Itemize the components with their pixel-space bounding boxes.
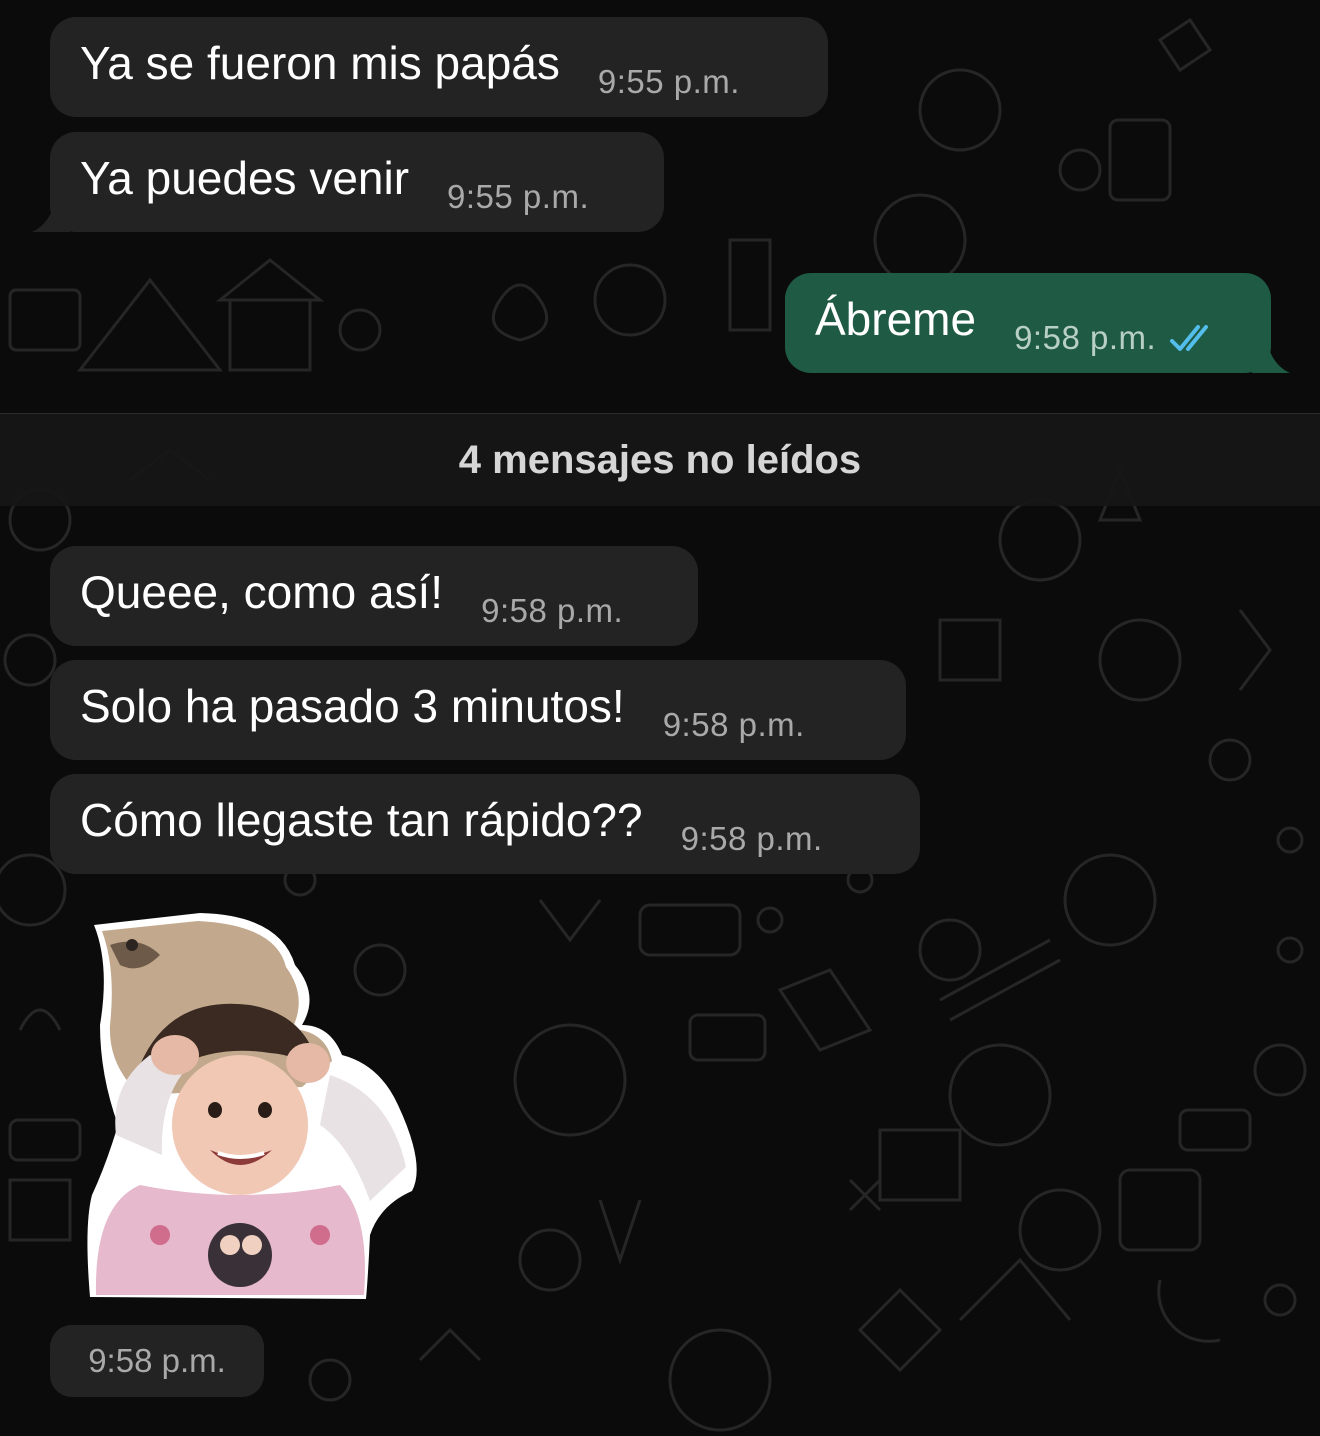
incoming-message[interactable]: Solo ha pasado 3 minutos! 9:58 p.m. [50, 660, 906, 760]
message-time: 9:58 p.m. [662, 706, 805, 743]
unread-messages-divider: 4 mensajes no leídos [0, 413, 1320, 506]
incoming-message[interactable]: Cómo llegaste tan rápido?? 9:58 p.m. [50, 774, 920, 874]
message-time: 9:58 p.m. [481, 592, 624, 629]
message-text: Ábreme [815, 293, 977, 345]
outgoing-message[interactable]: Ábreme 9:58 p.m. [785, 273, 1271, 373]
message-text: Cómo llegaste tan rápido?? [80, 794, 643, 846]
message-text: Solo ha pasado 3 minutos! [80, 680, 625, 732]
chat-area[interactable]: Ya se fueron mis papás 9:55 p.m. Ya pued… [0, 0, 1320, 1436]
incoming-message[interactable]: Queee, como así! 9:58 p.m. [50, 546, 698, 646]
message-time: 9:55 p.m. [447, 178, 590, 215]
message-time: 9:55 p.m. [597, 63, 740, 100]
message-time: 9:58 p.m. [88, 1342, 226, 1379]
message-text: Queee, como así! [80, 566, 444, 618]
incoming-message[interactable]: Ya se fueron mis papás 9:55 p.m. [50, 17, 828, 117]
sticker-timestamp: 9:58 p.m. [50, 1325, 264, 1397]
message-time: 9:58 p.m. [1014, 319, 1157, 356]
unread-messages-label: 4 mensajes no leídos [458, 437, 862, 482]
message-time: 9:58 p.m. [680, 820, 823, 857]
read-receipt-icon [1170, 325, 1209, 351]
message-text: Ya se fueron mis papás [80, 37, 560, 89]
incoming-message[interactable]: Ya puedes venir 9:55 p.m. [50, 132, 664, 232]
baby-sticker[interactable] [80, 905, 440, 1305]
message-text: Ya puedes venir [80, 152, 410, 204]
